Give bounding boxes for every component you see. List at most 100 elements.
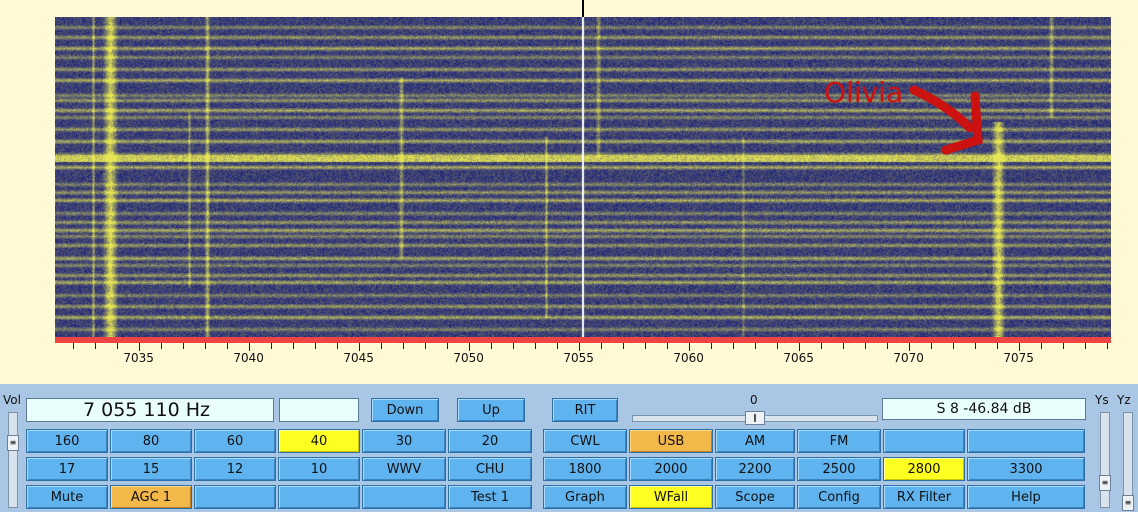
axis-tick — [842, 343, 844, 349]
yz-label: Yz — [1117, 393, 1131, 407]
axis-tick-label: 7070 — [893, 351, 924, 365]
filter-2200-button[interactable]: 2200 — [715, 457, 795, 481]
axis-tick — [468, 343, 470, 351]
band-17-button[interactable]: 17 — [26, 457, 108, 481]
filter-3300-button[interactable]: 3300 — [967, 457, 1085, 481]
axis-tick — [996, 343, 998, 349]
axis-tick — [644, 343, 646, 349]
down-button[interactable]: Down — [371, 398, 439, 422]
band-15-button[interactable]: 15 — [110, 457, 192, 481]
ys-label: Ys — [1095, 393, 1109, 407]
blank-button-3[interactable] — [362, 485, 446, 509]
axis-tick-label: 7050 — [453, 351, 484, 365]
axis-tick — [116, 343, 118, 349]
blank-button-1[interactable] — [194, 485, 276, 509]
axis-tick-label: 7040 — [233, 351, 264, 365]
waterfall-display[interactable] — [55, 17, 1111, 337]
rit-slider-knob[interactable]: ‖ — [745, 411, 765, 425]
axis-tick-label: 7060 — [673, 351, 704, 365]
band-12-button[interactable]: 12 — [194, 457, 276, 481]
filter-2800-button[interactable]: 2800 — [883, 457, 965, 481]
mode-am-button[interactable]: AM — [715, 429, 795, 453]
volume-slider[interactable]: ≡ — [7, 412, 19, 508]
axis-tick — [754, 343, 756, 349]
axis-tick — [886, 343, 888, 349]
wfall-button[interactable]: WFall — [629, 485, 713, 509]
axis-tick — [974, 343, 976, 349]
rx-filter-button[interactable]: RX Filter — [883, 485, 965, 509]
volume-slider-knob[interactable]: ≡ — [7, 435, 19, 451]
blank-button-2[interactable] — [278, 485, 360, 509]
axis-tick — [424, 343, 426, 349]
axis-tick-label: 7035 — [123, 351, 154, 365]
chu-button[interactable]: CHU — [448, 457, 532, 481]
wwv-button[interactable]: WWV — [362, 457, 446, 481]
axis-tick — [908, 343, 910, 351]
ys-slider-knob[interactable]: ≡ — [1099, 475, 1111, 491]
axis-tick — [1084, 343, 1086, 349]
axis-tick — [952, 343, 954, 349]
frequency-display[interactable]: 7 055 110 Hz — [26, 398, 274, 422]
agc-button[interactable]: AGC 1 — [110, 485, 192, 509]
aux-entry-field[interactable] — [279, 398, 359, 422]
blank-button-4[interactable] — [883, 429, 965, 453]
axis-tick — [666, 343, 668, 349]
axis-tick — [512, 343, 514, 349]
test-button[interactable]: Test 1 — [448, 485, 532, 509]
axis-tick-label: 7055 — [563, 351, 594, 365]
rit-button[interactable]: RIT — [552, 398, 618, 422]
rit-slider[interactable]: ‖ — [632, 411, 878, 425]
help-button[interactable]: Help — [967, 485, 1085, 509]
axis-tick — [94, 343, 96, 349]
axis-tick — [1018, 343, 1020, 351]
band-40-button[interactable]: 40 — [278, 429, 360, 453]
axis-tick — [446, 343, 448, 349]
band-20-button[interactable]: 20 — [448, 429, 532, 453]
filter-2500-button[interactable]: 2500 — [797, 457, 881, 481]
axis-tick — [798, 343, 800, 351]
scope-button[interactable]: Scope — [715, 485, 795, 509]
mode-usb-button[interactable]: USB — [629, 429, 713, 453]
axis-tick-label: 7045 — [343, 351, 374, 365]
waterfall-area: 7035 7040 7045 7050 7055 7060 7065 7070 7075 Oli… — [0, 0, 1138, 384]
config-button[interactable]: Config — [797, 485, 881, 509]
vol-label: Vol — [3, 393, 21, 407]
axis-tick — [358, 343, 360, 351]
axis-tick — [226, 343, 228, 349]
axis-tick — [314, 343, 316, 349]
axis-tick — [578, 343, 580, 351]
s-meter-display: S 8 -46.84 dB — [882, 398, 1086, 420]
mute-button[interactable]: Mute — [26, 485, 108, 509]
band-60-button[interactable]: 60 — [194, 429, 276, 453]
blank-button-5[interactable] — [967, 429, 1085, 453]
filter-1800-button[interactable]: 1800 — [543, 457, 627, 481]
axis-tick — [182, 343, 184, 349]
mode-fm-button[interactable]: FM — [797, 429, 881, 453]
axis-tick — [204, 343, 206, 349]
olivia-annotation: Olivia — [824, 76, 904, 109]
yz-slider[interactable]: ≡ — [1122, 412, 1134, 511]
axis-tick — [776, 343, 778, 349]
axis-tick — [402, 343, 404, 349]
tuning-cursor[interactable] — [582, 0, 584, 17]
axis-tick — [1040, 343, 1042, 349]
axis-tick — [820, 343, 822, 349]
axis-tick — [1062, 343, 1064, 349]
axis-tick — [490, 343, 492, 349]
filter-2000-button[interactable]: 2000 — [629, 457, 713, 481]
band-160-button[interactable]: 160 — [26, 429, 108, 453]
mode-cwl-button[interactable]: CWL — [543, 429, 627, 453]
axis-tick — [710, 343, 712, 349]
band-80-button[interactable]: 80 — [110, 429, 192, 453]
up-button[interactable]: Up — [457, 398, 525, 422]
axis-tick — [534, 343, 536, 349]
ys-slider[interactable]: ≡ — [1099, 412, 1111, 508]
band-10-button[interactable]: 10 — [278, 457, 360, 481]
yz-slider-knob[interactable]: ≡ — [1122, 495, 1134, 511]
band-30-button[interactable]: 30 — [362, 429, 446, 453]
axis-tick — [160, 343, 162, 349]
axis-tick — [622, 343, 624, 349]
axis-tick — [1106, 343, 1108, 349]
axis-tick — [688, 343, 690, 351]
graph-button[interactable]: Graph — [543, 485, 627, 509]
